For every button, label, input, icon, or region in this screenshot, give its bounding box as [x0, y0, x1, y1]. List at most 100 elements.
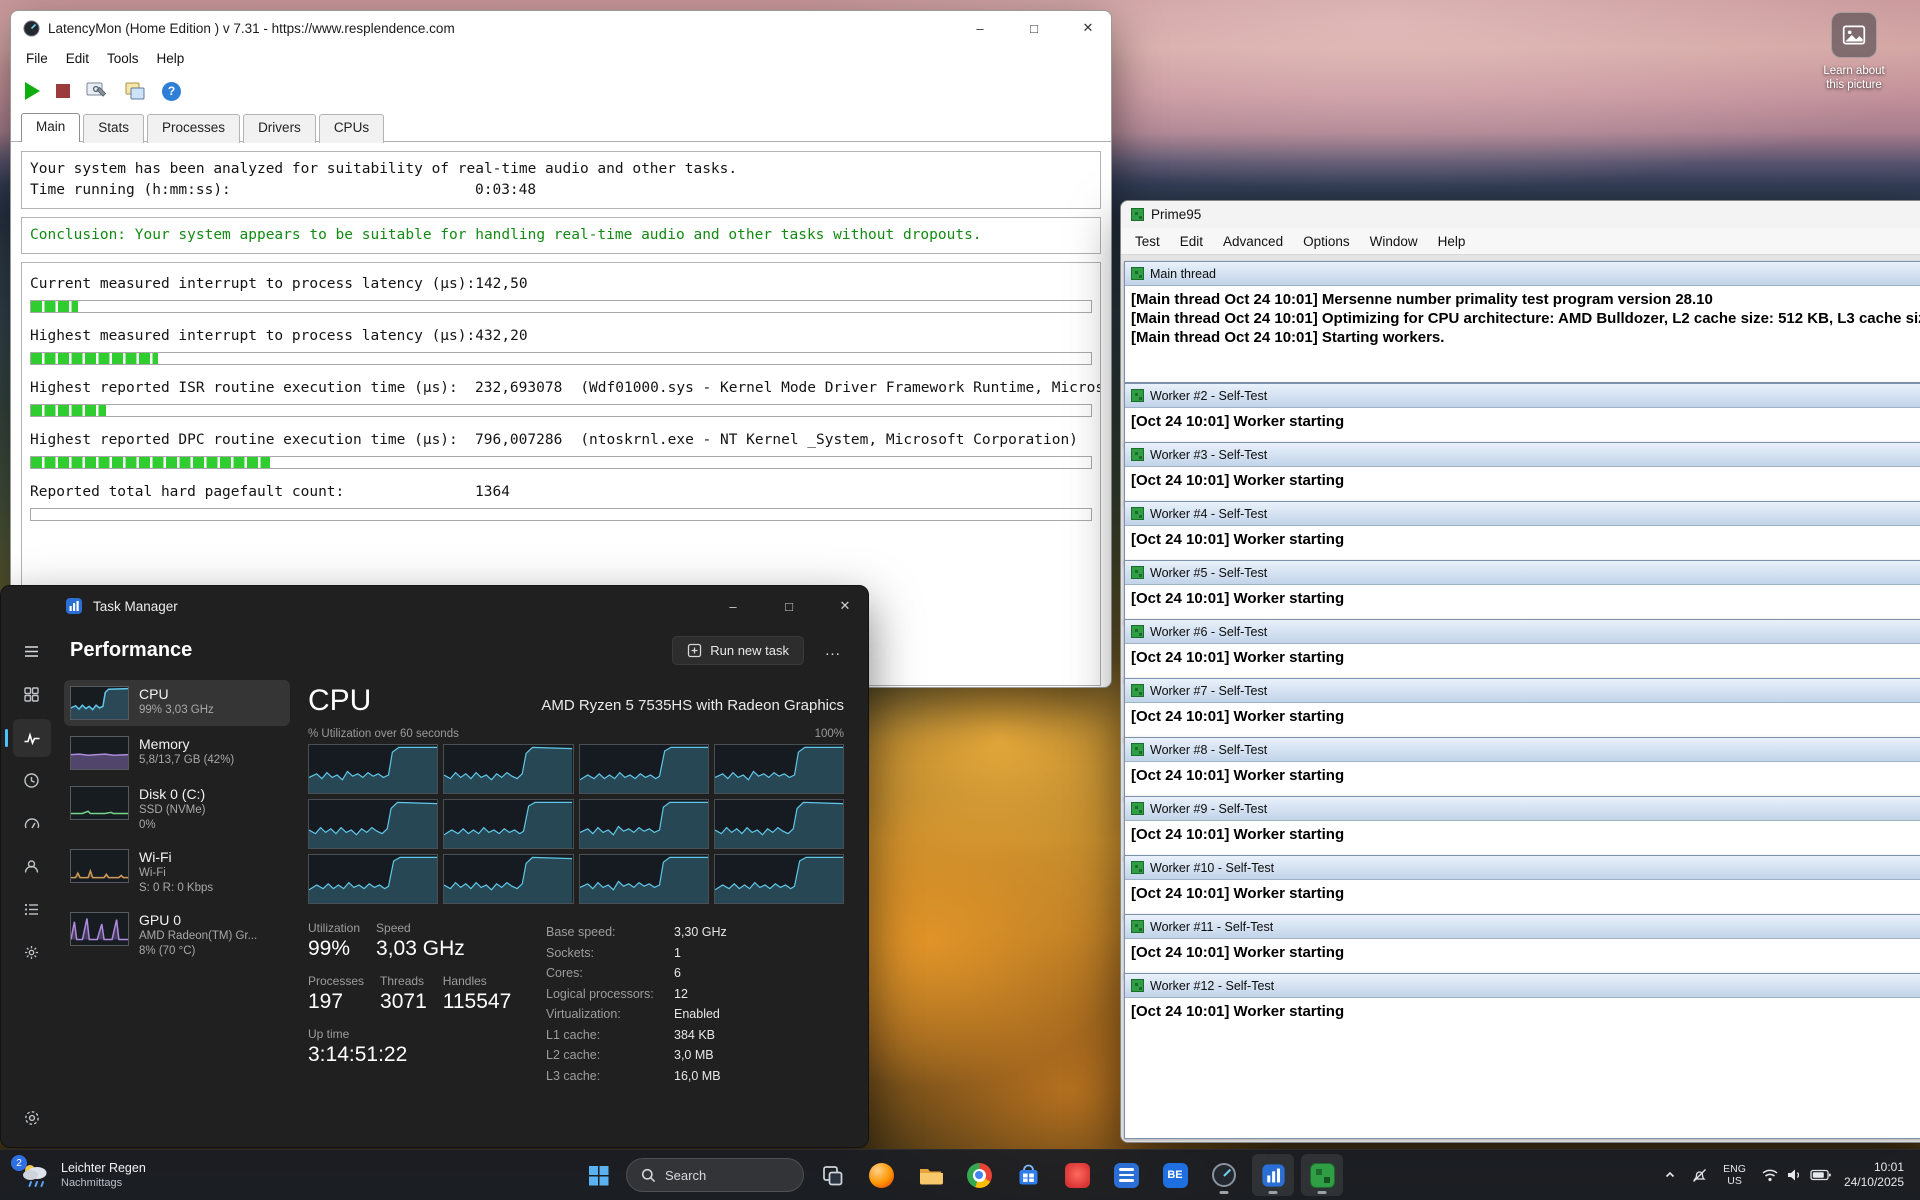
- nav-details-icon[interactable]: [13, 891, 51, 929]
- tab[interactable]: Main: [21, 113, 80, 142]
- firefox-icon[interactable]: [860, 1154, 902, 1196]
- menu-item[interactable]: Window: [1360, 231, 1428, 252]
- more-options-button[interactable]: ...: [816, 635, 850, 665]
- child-window-titlebar[interactable]: Worker #6 - Self-Test: [1125, 620, 1920, 644]
- main-thread-window[interactable]: Main thread [Main thread Oct 24 10:01] M…: [1124, 261, 1920, 383]
- widgets-weather-button[interactable]: 2 Leichter Regen Nachmittags: [8, 1153, 156, 1197]
- menu-item[interactable]: Options: [1293, 231, 1360, 252]
- maximize-button[interactable]: □: [1011, 11, 1057, 45]
- windows-layers-icon[interactable]: [124, 81, 146, 101]
- per-core-graphs[interactable]: [308, 744, 844, 904]
- worker-window[interactable]: Worker #3 - Self-Test [Oct 24 10:01] Wor…: [1124, 442, 1920, 506]
- sidebar-item-gpu[interactable]: GPU 0AMD Radeon(TM) Gr...8% (70 °C): [64, 906, 290, 965]
- child-window-titlebar[interactable]: Worker #12 - Self-Test: [1125, 974, 1920, 998]
- nav-services-icon[interactable]: [13, 934, 51, 972]
- language-region: US: [1723, 1175, 1746, 1187]
- app-be-icon[interactable]: BE: [1154, 1154, 1196, 1196]
- tab[interactable]: Drivers: [243, 114, 316, 143]
- child-window-titlebar[interactable]: Worker #2 - Self-Test: [1125, 384, 1920, 408]
- landscape-icon: [1841, 22, 1867, 48]
- worker-window[interactable]: Worker #9 - Self-Test [Oct 24 10:01] Wor…: [1124, 796, 1920, 860]
- maximize-button[interactable]: □: [766, 586, 812, 626]
- menu-item[interactable]: Edit: [1170, 231, 1213, 252]
- search-box[interactable]: Search: [626, 1158, 804, 1192]
- worker-window[interactable]: Worker #11 - Self-Test [Oct 24 10:01] Wo…: [1124, 914, 1920, 978]
- task-view-button[interactable]: [811, 1154, 853, 1196]
- settings-gear-icon[interactable]: [13, 1099, 51, 1137]
- menu-item[interactable]: Advanced: [1213, 231, 1293, 252]
- menu-item[interactable]: Tools: [98, 48, 148, 69]
- nav-users-icon[interactable]: [13, 848, 51, 886]
- tab[interactable]: Stats: [83, 114, 144, 143]
- run-new-task-button[interactable]: Run new task: [672, 636, 804, 665]
- task-manager-taskbar-icon[interactable]: [1252, 1154, 1294, 1196]
- sidebar-item-cpu[interactable]: CPU99% 3,03 GHz: [64, 680, 290, 726]
- app-red-icon[interactable]: [1056, 1154, 1098, 1196]
- child-window-titlebar[interactable]: Main thread: [1125, 262, 1920, 286]
- worker-window[interactable]: Worker #5 - Self-Test [Oct 24 10:01] Wor…: [1124, 560, 1920, 624]
- child-window-titlebar[interactable]: Worker #7 - Self-Test: [1125, 679, 1920, 703]
- hidden-icons-chevron[interactable]: [1658, 1155, 1682, 1195]
- language-switcher[interactable]: ENG US: [1717, 1155, 1752, 1195]
- do-not-disturb-icon[interactable]: [1685, 1155, 1714, 1195]
- menu-item[interactable]: Help: [1428, 231, 1476, 252]
- worker-window[interactable]: Worker #6 - Self-Test [Oct 24 10:01] Wor…: [1124, 619, 1920, 683]
- minimize-button[interactable]: –: [710, 586, 756, 626]
- worker-window[interactable]: Worker #12 - Self-Test [Oct 24 10:01] Wo…: [1124, 973, 1920, 1139]
- child-window-titlebar[interactable]: Worker #10 - Self-Test: [1125, 856, 1920, 880]
- chrome-icon[interactable]: [958, 1154, 1000, 1196]
- minimize-button[interactable]: –: [957, 11, 1003, 45]
- start-monitor-button[interactable]: [25, 82, 40, 100]
- weather-condition: Leichter Regen: [61, 1161, 146, 1176]
- sidebar-item-disk[interactable]: Disk 0 (C:)SSD (NVMe)0%: [64, 780, 290, 839]
- prime95-titlebar[interactable]: Prime95: [1121, 201, 1920, 228]
- menu-item[interactable]: Help: [148, 48, 194, 69]
- app-blue-lines-icon[interactable]: [1105, 1154, 1147, 1196]
- microsoft-store-icon[interactable]: [1007, 1154, 1049, 1196]
- file-explorer-icon[interactable]: [909, 1154, 951, 1196]
- worker-window[interactable]: Worker #4 - Self-Test [Oct 24 10:01] Wor…: [1124, 501, 1920, 565]
- nav-startup-apps-icon[interactable]: [13, 805, 51, 843]
- sidebar-item-memory[interactable]: Memory5,8/13,7 GB (42%): [64, 730, 290, 776]
- language-code: ENG: [1723, 1163, 1746, 1175]
- learn-about-picture-widget[interactable]: Learn about this picture: [1828, 12, 1880, 92]
- hamburger-menu-icon[interactable]: [13, 633, 51, 671]
- metric-bar-track: [30, 352, 1092, 365]
- latencymon-taskbar-icon[interactable]: [1203, 1154, 1245, 1196]
- child-window-titlebar[interactable]: Worker #5 - Self-Test: [1125, 561, 1920, 585]
- nav-performance-icon[interactable]: [13, 719, 51, 757]
- child-window-titlebar[interactable]: Worker #11 - Self-Test: [1125, 915, 1920, 939]
- worker-window[interactable]: Worker #10 - Self-Test [Oct 24 10:01] Wo…: [1124, 855, 1920, 919]
- tab[interactable]: CPUs: [319, 114, 384, 143]
- child-window-titlebar[interactable]: Worker #3 - Self-Test: [1125, 443, 1920, 467]
- menu-item[interactable]: Edit: [57, 48, 98, 69]
- clock[interactable]: 10:01 24/10/2025: [1840, 1160, 1912, 1190]
- prime95-taskbar-icon[interactable]: [1301, 1154, 1343, 1196]
- close-button[interactable]: ✕: [1065, 11, 1111, 45]
- sidebar-item-wifi[interactable]: Wi-FiWi-FiS: 0 R: 0 Kbps: [64, 843, 290, 902]
- spotlight-picture-icon[interactable]: [1831, 12, 1877, 58]
- tab[interactable]: Processes: [147, 114, 240, 143]
- help-icon[interactable]: ?: [162, 82, 181, 101]
- quick-settings[interactable]: [1755, 1155, 1837, 1195]
- log-line: [Oct 24 10:01] Worker starting: [1131, 412, 1917, 431]
- child-window-titlebar[interactable]: Worker #4 - Self-Test: [1125, 502, 1920, 526]
- child-window-titlebar[interactable]: Worker #9 - Self-Test: [1125, 797, 1920, 821]
- start-button[interactable]: [577, 1154, 619, 1196]
- worker-window[interactable]: Worker #7 - Self-Test [Oct 24 10:01] Wor…: [1124, 678, 1920, 742]
- child-window-title: Worker #10 - Self-Test: [1150, 861, 1274, 875]
- tools-icon[interactable]: [86, 81, 108, 101]
- nav-processes-icon[interactable]: [13, 676, 51, 714]
- child-window-titlebar[interactable]: Worker #8 - Self-Test: [1125, 738, 1920, 762]
- menu-item[interactable]: File: [17, 48, 57, 69]
- task-manager-titlebar[interactable]: Task Manager – □ ✕: [1, 586, 868, 626]
- worker-window[interactable]: Worker #2 - Self-Test [Oct 24 10:01] Wor…: [1124, 383, 1920, 447]
- menu-item[interactable]: Test: [1125, 231, 1170, 252]
- close-button[interactable]: ✕: [822, 586, 868, 626]
- task-manager-window: Task Manager – □ ✕: [0, 585, 869, 1148]
- worker-window[interactable]: Worker #8 - Self-Test [Oct 24 10:01] Wor…: [1124, 737, 1920, 801]
- latencymon-titlebar[interactable]: LatencyMon (Home Edition ) v 7.31 - http…: [11, 11, 1111, 45]
- performance-sidebar: CPU99% 3,03 GHz Memory5,8/13,7 GB (42%) …: [62, 674, 296, 1148]
- nav-app-history-icon[interactable]: [13, 762, 51, 800]
- stop-monitor-button[interactable]: [56, 84, 70, 98]
